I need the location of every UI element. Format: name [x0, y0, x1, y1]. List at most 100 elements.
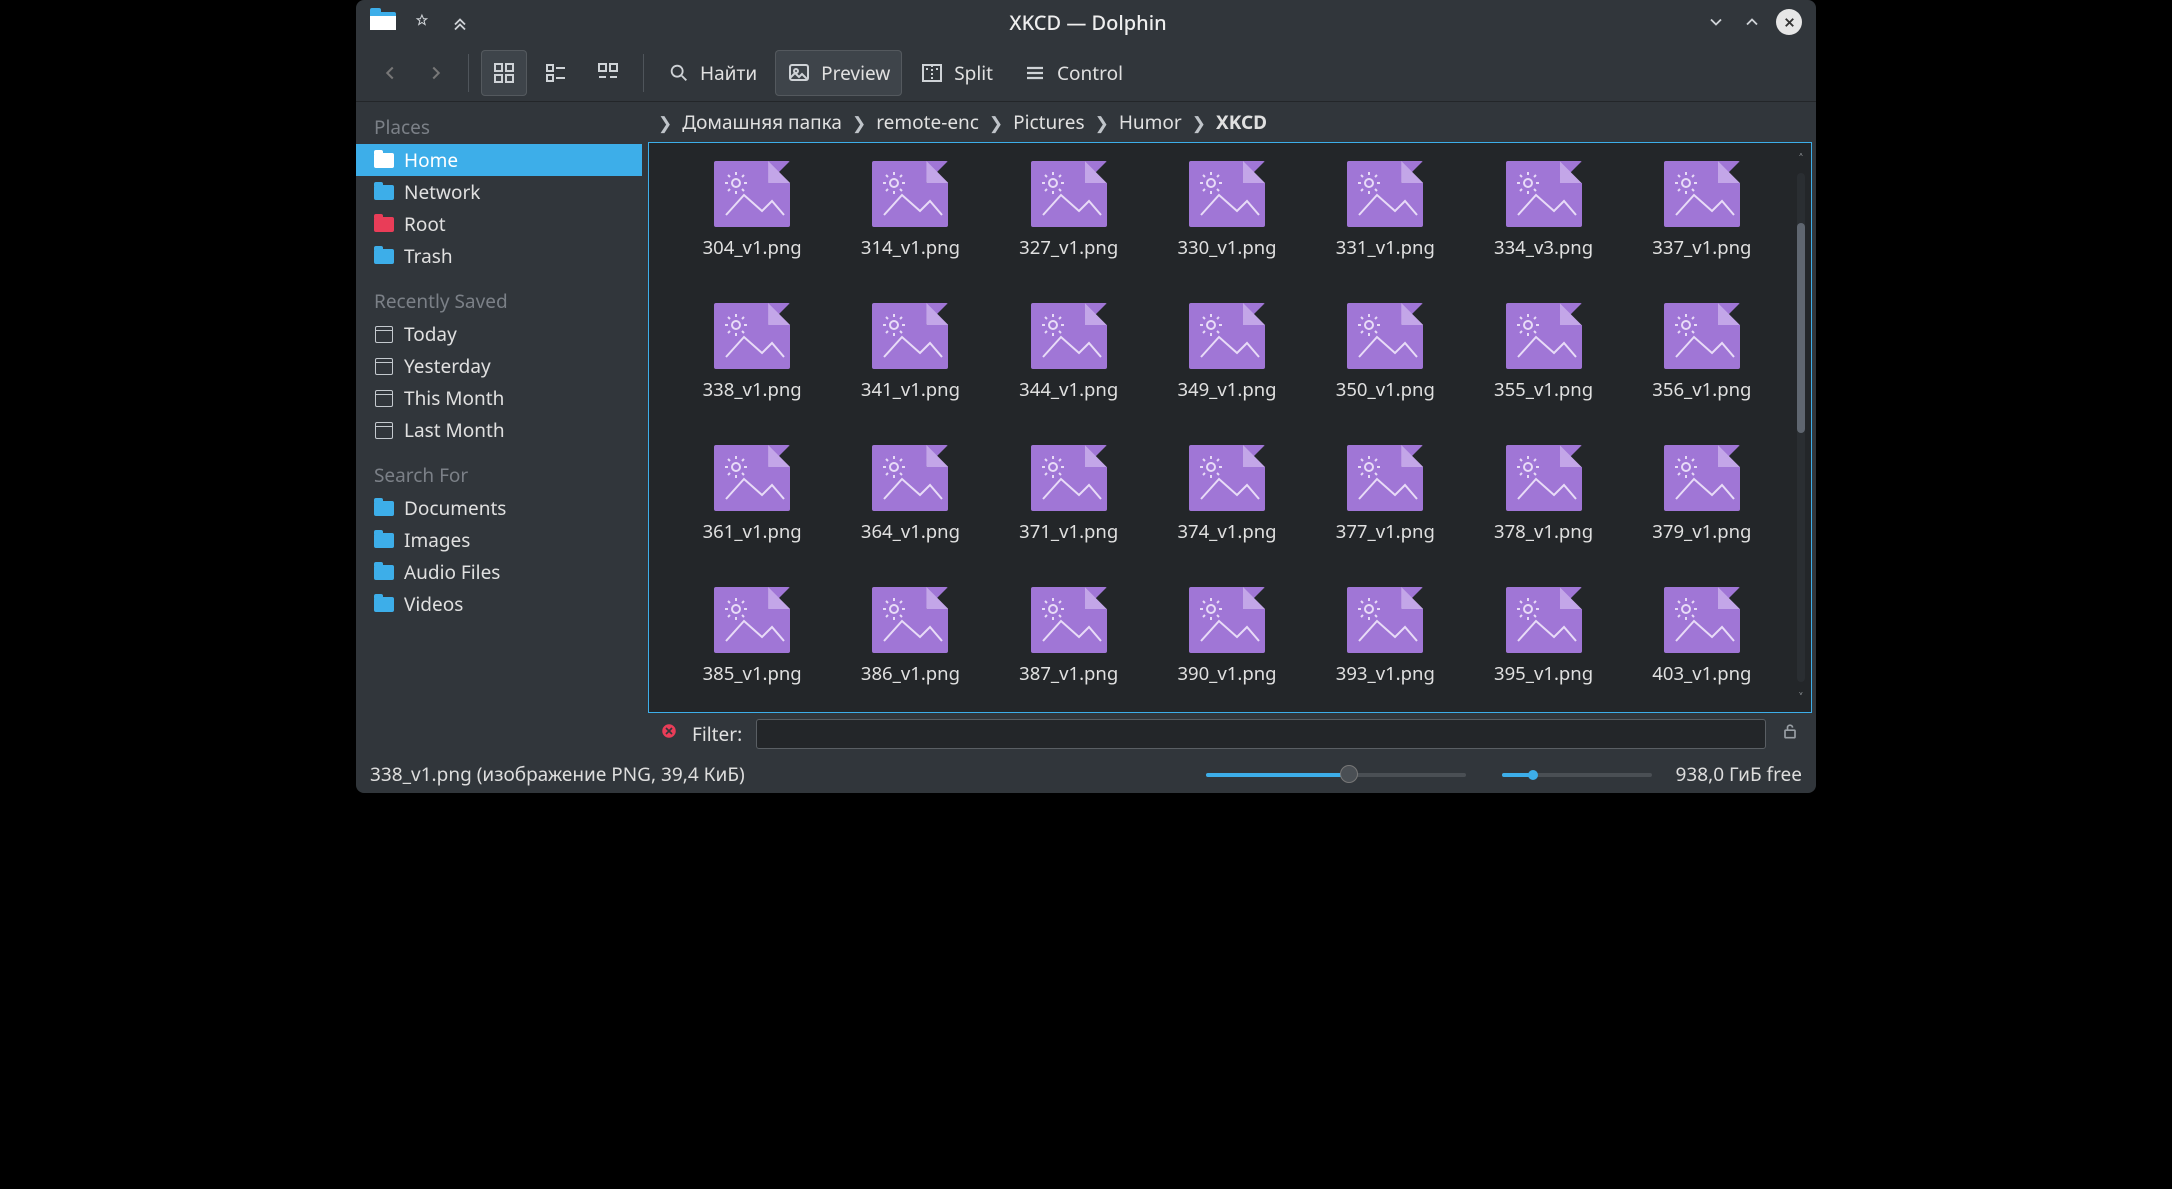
- close-button[interactable]: [1776, 9, 1802, 35]
- file-name: 355_v1.png: [1494, 377, 1593, 402]
- sidebar-item-images[interactable]: Images: [356, 524, 642, 556]
- breadcrumb-segment[interactable]: Humor: [1119, 109, 1182, 135]
- breadcrumb-segment[interactable]: remote-enc: [876, 109, 979, 135]
- forward-button[interactable]: [416, 53, 456, 93]
- filter-bar: Filter:: [648, 713, 1812, 755]
- sidebar-item-today[interactable]: Today: [356, 318, 642, 350]
- scroll-up-icon[interactable]: ˄: [1799, 147, 1803, 169]
- file-item[interactable]: 350_v1.png: [1306, 303, 1464, 431]
- file-name: 327_v1.png: [1019, 235, 1118, 260]
- file-item[interactable]: 344_v1.png: [990, 303, 1148, 431]
- folder-icon: [374, 247, 394, 265]
- file-name: 378_v1.png: [1494, 519, 1593, 544]
- file-item[interactable]: 374_v1.png: [1148, 445, 1306, 573]
- file-item[interactable]: 338_v1.png: [673, 303, 831, 431]
- file-item[interactable]: 371_v1.png: [990, 445, 1148, 573]
- image-file-icon: [1347, 161, 1423, 227]
- maximize-button[interactable]: [1740, 10, 1764, 34]
- sidebar-item-trash[interactable]: Trash: [356, 240, 642, 272]
- preview-button[interactable]: Preview: [775, 50, 902, 96]
- control-button[interactable]: Control: [1011, 50, 1135, 96]
- sidebar-item-label: Last Month: [404, 417, 505, 443]
- image-file-icon: [1664, 445, 1740, 511]
- file-name: 395_v1.png: [1494, 661, 1593, 686]
- file-item[interactable]: 378_v1.png: [1464, 445, 1622, 573]
- zoom-slider[interactable]: [1206, 770, 1466, 778]
- sidebar-item-network[interactable]: Network: [356, 176, 642, 208]
- calendar-icon: [374, 325, 394, 343]
- sidebar-item-label: Videos: [404, 591, 463, 617]
- file-item[interactable]: 361_v1.png: [673, 445, 831, 573]
- image-file-icon: [1189, 587, 1265, 653]
- back-button[interactable]: [370, 53, 410, 93]
- image-file-icon: [1506, 161, 1582, 227]
- file-item[interactable]: 331_v1.png: [1306, 161, 1464, 289]
- folder-icon: [374, 595, 394, 613]
- filter-label: Filter:: [692, 721, 742, 747]
- file-name: 361_v1.png: [703, 519, 802, 544]
- file-name: 385_v1.png: [703, 661, 802, 686]
- disk-usage-bar: [1502, 770, 1652, 778]
- breadcrumb-current[interactable]: XKCD: [1216, 109, 1267, 135]
- filter-input[interactable]: [756, 719, 1766, 749]
- file-name: 314_v1.png: [861, 235, 960, 260]
- file-item[interactable]: 364_v1.png: [831, 445, 989, 573]
- file-grid[interactable]: 304_v1.png 314_v1.png 327_v1.png 330_v1.png…: [649, 143, 1791, 712]
- file-name: 304_v1.png: [703, 235, 802, 260]
- file-item[interactable]: 314_v1.png: [831, 161, 989, 289]
- view-icons-button[interactable]: [481, 50, 527, 96]
- image-file-icon: [1189, 445, 1265, 511]
- scrollbar[interactable]: ˄ ˅: [1791, 143, 1811, 712]
- file-item[interactable]: 327_v1.png: [990, 161, 1148, 289]
- sidebar-header-recent: Recently Saved: [356, 282, 642, 318]
- split-button[interactable]: Split: [908, 50, 1005, 96]
- file-item[interactable]: 330_v1.png: [1148, 161, 1306, 289]
- file-item[interactable]: 379_v1.png: [1623, 445, 1781, 573]
- view-details-button[interactable]: [585, 50, 631, 96]
- calendar-icon: [374, 421, 394, 439]
- file-item[interactable]: 386_v1.png: [831, 587, 989, 712]
- find-button[interactable]: Найти: [656, 50, 769, 96]
- file-item[interactable]: 341_v1.png: [831, 303, 989, 431]
- sidebar-item-documents[interactable]: Documents: [356, 492, 642, 524]
- image-file-icon: [1347, 587, 1423, 653]
- file-item[interactable]: 390_v1.png: [1148, 587, 1306, 712]
- sidebar-item-yesterday[interactable]: Yesterday: [356, 350, 642, 382]
- image-file-icon: [714, 587, 790, 653]
- file-item[interactable]: 377_v1.png: [1306, 445, 1464, 573]
- pin-icon[interactable]: [410, 10, 434, 34]
- file-item[interactable]: 403_v1.png: [1623, 587, 1781, 712]
- image-file-icon: [1664, 303, 1740, 369]
- file-name: 371_v1.png: [1019, 519, 1118, 544]
- file-item[interactable]: 393_v1.png: [1306, 587, 1464, 712]
- file-item[interactable]: 304_v1.png: [673, 161, 831, 289]
- file-item[interactable]: 334_v3.png: [1464, 161, 1622, 289]
- breadcrumb-segment[interactable]: Pictures: [1013, 109, 1084, 135]
- file-item[interactable]: 337_v1.png: [1623, 161, 1781, 289]
- file-item[interactable]: 355_v1.png: [1464, 303, 1622, 431]
- lock-icon[interactable]: [1780, 721, 1800, 747]
- view-compact-button[interactable]: [533, 50, 579, 96]
- file-item[interactable]: 387_v1.png: [990, 587, 1148, 712]
- file-item[interactable]: 395_v1.png: [1464, 587, 1622, 712]
- scroll-handle[interactable]: [1797, 223, 1805, 433]
- file-item[interactable]: 349_v1.png: [1148, 303, 1306, 431]
- minimize-button[interactable]: [1704, 10, 1728, 34]
- app-window: XKCD — Dolphin Найти: [356, 0, 1816, 793]
- file-name: 403_v1.png: [1652, 661, 1751, 686]
- sidebar-item-videos[interactable]: Videos: [356, 588, 642, 620]
- sidebar-item-root[interactable]: Root: [356, 208, 642, 240]
- sidebar-item-last-month[interactable]: Last Month: [356, 414, 642, 446]
- sidebar-item-this-month[interactable]: This Month: [356, 382, 642, 414]
- breadcrumb-segment[interactable]: Домашняя папка: [682, 109, 842, 135]
- sidebar-item-audio-files[interactable]: Audio Files: [356, 556, 642, 588]
- file-view: 304_v1.png 314_v1.png 327_v1.png 330_v1.png…: [648, 142, 1812, 713]
- chevron-up-double-icon[interactable]: [448, 10, 472, 34]
- file-item[interactable]: 356_v1.png: [1623, 303, 1781, 431]
- filter-close-button[interactable]: [660, 722, 678, 746]
- sidebar-item-label: Today: [404, 321, 457, 347]
- image-file-icon: [872, 161, 948, 227]
- sidebar-item-home[interactable]: Home: [356, 144, 642, 176]
- scroll-down-icon[interactable]: ˅: [1799, 686, 1803, 708]
- file-item[interactable]: 385_v1.png: [673, 587, 831, 712]
